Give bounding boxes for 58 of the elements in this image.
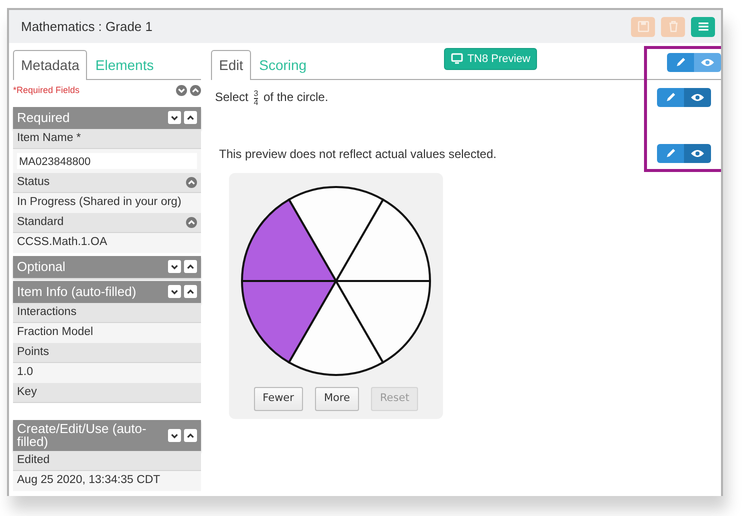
- collapse-button[interactable]: [184, 260, 197, 273]
- window-title: Mathematics : Grade 1: [21, 18, 154, 36]
- eye-icon: [691, 93, 704, 102]
- save-icon: [636, 20, 650, 33]
- eye-icon: [691, 149, 704, 158]
- fraction-more-button[interactable]: More: [314, 387, 359, 411]
- pencil-icon: [665, 92, 676, 103]
- expand-all-icon[interactable]: [176, 85, 187, 96]
- field-value: Fraction Model: [17, 326, 94, 338]
- required-note: *Required Fields: [13, 84, 80, 97]
- field-label: Item Name *: [17, 130, 81, 146]
- edit-button[interactable]: [667, 53, 694, 72]
- expand-button[interactable]: [168, 428, 181, 442]
- fraction-circle[interactable]: [240, 185, 432, 377]
- circle-slice[interactable]: [241, 198, 337, 282]
- tab[interactable]: Metadata: [13, 50, 88, 80]
- preview-button[interactable]: [684, 144, 711, 163]
- collapse-icon[interactable]: [186, 176, 197, 188]
- field-value: 1.0: [17, 366, 33, 378]
- eye-icon: [701, 58, 714, 67]
- item-name-field[interactable]: MA023848800: [17, 152, 197, 168]
- expand-button[interactable]: [168, 285, 181, 298]
- tab[interactable]: Edit: [211, 50, 252, 80]
- collapse-button[interactable]: [184, 428, 197, 442]
- circle-slice[interactable]: [335, 280, 431, 364]
- circle-slice[interactable]: [288, 186, 384, 282]
- monitor-icon: [451, 53, 464, 64]
- circle-slice[interactable]: [288, 280, 384, 376]
- edit-button[interactable]: [657, 88, 684, 107]
- menu-icon: [696, 20, 710, 33]
- trash-icon: [666, 20, 680, 33]
- collapse-all-icon[interactable]: [190, 85, 201, 96]
- field-value: In Progress (Shared in your org): [17, 196, 182, 208]
- field-label: Points: [17, 344, 49, 360]
- menu-button[interactable]: [691, 16, 715, 36]
- pencil-icon: [675, 57, 686, 68]
- expand-button[interactable]: [168, 260, 181, 273]
- field-label: Status: [17, 174, 50, 190]
- preview-button[interactable]: [684, 88, 711, 107]
- notice-text: This preview does not reflect actual values selected.: [219, 146, 496, 162]
- collapse-button[interactable]: [184, 111, 197, 124]
- section-title: Optional: [17, 260, 66, 274]
- field-label: Standard: [17, 214, 64, 230]
- field-value: CCSS.Math.1.OA: [17, 236, 108, 248]
- field-label: Edited: [17, 452, 50, 468]
- section-title: Create/Edit/Use (auto-filled): [17, 422, 148, 449]
- fraction-fewer-button[interactable]: Fewer: [254, 387, 303, 411]
- collapse-icon[interactable]: [186, 216, 197, 228]
- section-title: Required: [17, 110, 70, 124]
- pencil-icon: [665, 148, 676, 159]
- edit-button[interactable]: [657, 144, 684, 163]
- section-title: Item Info (auto-filled): [17, 284, 136, 298]
- expand-button[interactable]: [168, 111, 181, 124]
- field-value: Aug 25 2020, 13:34:35 CDT: [17, 474, 160, 486]
- field-label: Interactions: [17, 304, 76, 320]
- field-label: Key: [17, 384, 37, 400]
- collapse-button[interactable]: [184, 285, 197, 298]
- circle-slice[interactable]: [241, 280, 337, 364]
